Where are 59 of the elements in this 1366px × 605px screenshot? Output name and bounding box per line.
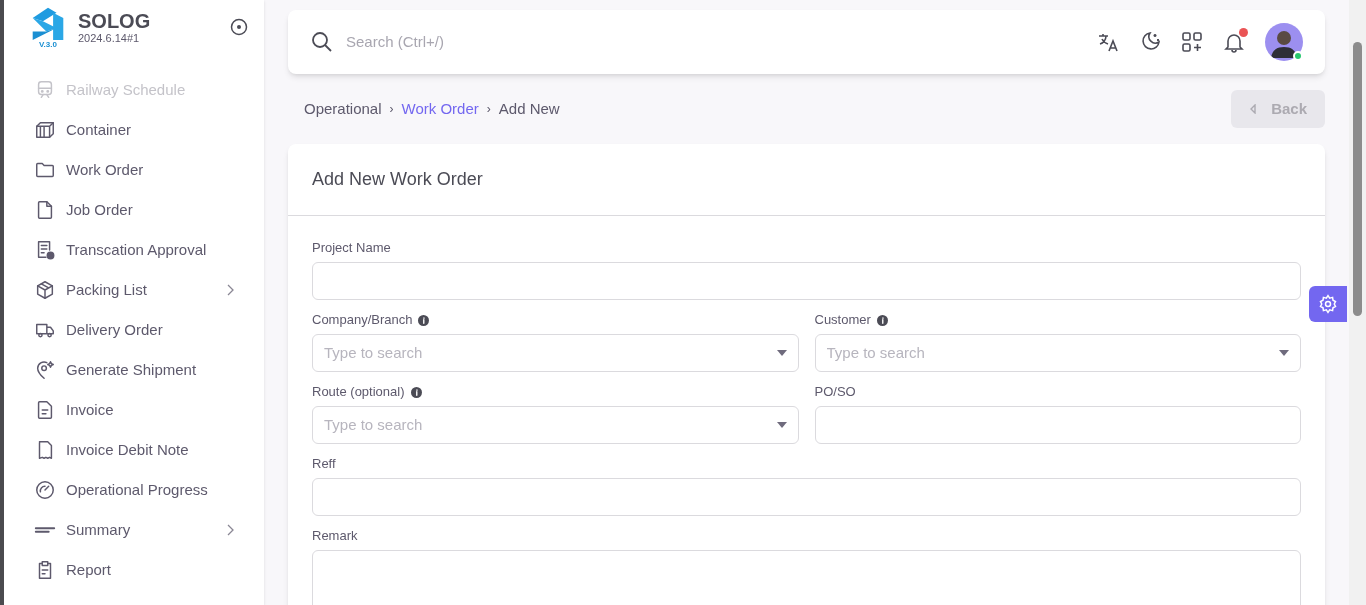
- select-field[interactable]: Type to search: [312, 334, 799, 372]
- sidebar-item[interactable]: Transcation Approval: [34, 230, 234, 270]
- sidebar-item[interactable]: Container: [34, 110, 234, 150]
- field-label: Customer: [814, 311, 871, 330]
- brand-name: SOLOG: [78, 9, 151, 32]
- grid-plus-icon[interactable]: [1181, 31, 1203, 53]
- breadcrumb-separator: ›: [486, 101, 491, 118]
- container-icon: [34, 119, 56, 141]
- field-label: Company/Branch: [312, 311, 413, 330]
- search-input[interactable]: Type to search: [826, 341, 1279, 365]
- field-label: Route (optional): [312, 383, 405, 402]
- collapse-toggle-icon[interactable]: [230, 18, 248, 36]
- logo-caption: V.3.0: [39, 39, 57, 49]
- breadcrumb-separator: ›: [389, 101, 394, 118]
- breadcrumb-item: Add New: [498, 98, 560, 119]
- caret-icon: [1249, 104, 1258, 114]
- breadcrumb-item: Operational: [304, 98, 382, 119]
- text-field[interactable]: [312, 262, 1301, 300]
- text-field[interactable]: [814, 406, 1301, 444]
- notifications-icon[interactable]: [1223, 31, 1245, 53]
- info-icon[interactable]: [876, 314, 888, 326]
- search-input[interactable]: Type to search: [324, 413, 777, 437]
- dropdown-caret-icon: [776, 350, 787, 356]
- translate-icon[interactable]: [1097, 31, 1119, 53]
- breadcrumb-link[interactable]: Work Order: [401, 97, 479, 121]
- sidebar-item[interactable]: Invoice Debit Note: [34, 430, 234, 470]
- sidebar-item[interactable]: Operational Progress: [34, 470, 234, 510]
- dropdown-caret-icon: [1279, 350, 1289, 356]
- field-label: Project Name: [312, 239, 391, 258]
- dropdown-caret-icon: [776, 422, 787, 428]
- sidebar-item[interactable]: Report: [34, 550, 234, 590]
- sidebar-item[interactable]: Job Order: [34, 190, 234, 230]
- settings-icon: [1318, 294, 1338, 314]
- user-avatar[interactable]: [1265, 23, 1303, 61]
- package-icon: [34, 279, 56, 301]
- info-icon[interactable]: [410, 386, 422, 398]
- form-title: Add New Work Order: [312, 168, 483, 191]
- field-label: PO/SO: [814, 383, 856, 402]
- field-label: Remark: [312, 527, 358, 546]
- scrollbar-thumb[interactable]: [1353, 42, 1362, 316]
- sidebar-item[interactable]: Packing List: [34, 270, 234, 310]
- lines-icon: [34, 526, 56, 534]
- pin-sparkle-icon: [34, 359, 56, 381]
- sidebar-item[interactable]: Work Order: [34, 150, 234, 190]
- search-input[interactable]: Type to search: [324, 341, 777, 365]
- moon-icon[interactable]: [1139, 31, 1161, 53]
- select-field[interactable]: Type to search: [814, 334, 1301, 372]
- settings-button[interactable]: [1309, 286, 1347, 322]
- gauge-icon: [34, 479, 56, 501]
- sidebar-item[interactable]: Summary: [34, 510, 234, 550]
- info-icon[interactable]: [418, 314, 430, 326]
- version-text: 2024.6.14#1: [78, 31, 141, 45]
- sidebar-item[interactable]: Invoice: [34, 390, 234, 430]
- field-label: Reff: [312, 455, 336, 474]
- search-icon: [310, 30, 334, 54]
- text-field[interactable]: [312, 478, 1301, 516]
- select-field[interactable]: Type to search: [312, 406, 799, 444]
- sidebar-item[interactable]: Generate Shipment: [34, 350, 234, 390]
- sidebar-item[interactable]: Delivery Order: [34, 310, 234, 350]
